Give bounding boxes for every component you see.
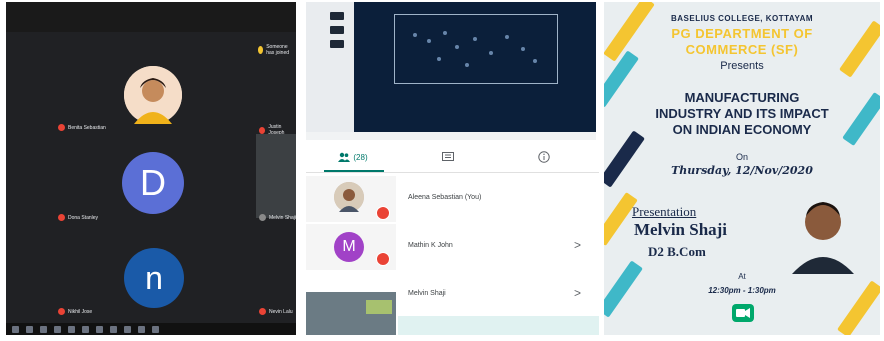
participant-video-tile[interactable] (256, 134, 296, 218)
muted-mic-icon (58, 308, 65, 315)
slide-thumbnail-rail (306, 2, 354, 140)
participant-label: Dona Stanley (58, 214, 98, 221)
participant-photo-avatar (334, 182, 364, 212)
muted-mic-icon (58, 214, 65, 221)
app-icon[interactable] (152, 325, 159, 333)
browser-icon[interactable] (54, 325, 61, 333)
participant-initial-avatar: D (122, 152, 184, 214)
department-line1: PG DEPARTMENT OF (671, 26, 813, 41)
info-icon (538, 151, 550, 163)
desktop-meet-window: Someone has joined Benita Sebastian Just… (6, 2, 296, 335)
event-title-line2: INDUSTRY AND ITS IMPACT (655, 106, 829, 121)
slide-thumbnail[interactable] (330, 40, 344, 48)
video-overlay (366, 300, 392, 314)
chevron-right-icon[interactable]: > (574, 286, 581, 300)
slide-map-image (394, 14, 558, 84)
muted-badge-icon (376, 206, 390, 220)
people-icon (338, 152, 351, 162)
participant-photo-avatar (124, 66, 182, 124)
slide-thumbnail[interactable] (330, 26, 344, 34)
event-title-line3: ON INDIAN ECONOMY (672, 122, 812, 137)
muted-mic-icon (58, 124, 65, 131)
chrome-icon[interactable] (110, 325, 117, 333)
participant-label: Nikhil Jose (58, 308, 92, 315)
participant-video-thumb (306, 292, 396, 335)
department-line2: COMMERCE (SF) (685, 42, 799, 57)
join-notification: Someone has joined (258, 44, 296, 56)
tab-info[interactable] (524, 142, 564, 172)
app-icon[interactable] (138, 325, 145, 333)
person-photo-icon (124, 66, 182, 124)
tab-people[interactable]: (28) (328, 142, 378, 172)
chat-icon (442, 152, 454, 161)
participant-initial-avatar: M (334, 232, 364, 262)
participant-row[interactable]: M Mathin K John > (306, 224, 599, 270)
presenter-photo (784, 188, 862, 274)
college-name: BASELIUS COLLEGE, KOTTAYAM (670, 14, 814, 23)
folder-icon[interactable] (68, 325, 75, 333)
muted-badge-icon (376, 252, 390, 266)
shared-screen-slide (306, 2, 596, 140)
muted-mic-icon (259, 126, 266, 134)
world-map-icon (413, 31, 537, 67)
mic-icon (259, 214, 266, 221)
store-icon[interactable] (96, 325, 103, 333)
on-label: On (735, 152, 748, 162)
participant-label: Nevin Lalu (259, 308, 293, 315)
at-label: At (738, 272, 746, 281)
event-date: Thursday, 12/Nov/2020 (671, 164, 813, 177)
muted-mic-icon (259, 308, 266, 315)
participant-row[interactable]: Aleena Sebastian (You) (306, 176, 599, 222)
event-title-line1: MANUFACTURING (684, 90, 800, 105)
participant-label: Melvin Shaji (259, 214, 296, 221)
active-tab-indicator (324, 170, 384, 172)
event-time: 12:30pm - 1:30pm (708, 286, 776, 295)
presentation-label: Presentation (632, 204, 697, 219)
participant-initial-avatar: n (124, 248, 184, 308)
mail-icon[interactable] (82, 325, 89, 333)
presents-label: Presents (720, 60, 764, 72)
app-icon[interactable] (124, 325, 131, 333)
meet-tab-bar: (28) (306, 142, 599, 173)
taskview-icon[interactable] (40, 325, 47, 333)
presenter-class: D2 B.Com (648, 244, 706, 259)
search-icon[interactable] (26, 325, 33, 333)
bottom-highlight (398, 316, 599, 335)
start-icon[interactable] (12, 325, 19, 333)
notification-icon (258, 46, 264, 54)
presenter-photo-icon (784, 188, 862, 274)
presenter-name: Melvin Shaji (634, 220, 728, 239)
chevron-right-icon[interactable]: > (574, 238, 581, 252)
participant-label: Benita Sebastian (58, 124, 106, 131)
meet-top-bar (6, 2, 296, 32)
presentation-control-bar (306, 132, 596, 140)
google-meet-icon (732, 304, 754, 322)
slide-thumbnail[interactable] (330, 12, 344, 20)
event-poster: BASELIUS COLLEGE, KOTTAYAM PG DEPARTMENT… (604, 2, 880, 335)
participant-row[interactable]: Melvin Shaji > (306, 272, 599, 335)
tab-chat[interactable] (428, 142, 468, 172)
person-photo-icon (334, 182, 364, 212)
mobile-meet-window: (28) Aleena Sebastian (You) M Mathin K J… (306, 2, 599, 335)
os-taskbar (6, 323, 296, 335)
